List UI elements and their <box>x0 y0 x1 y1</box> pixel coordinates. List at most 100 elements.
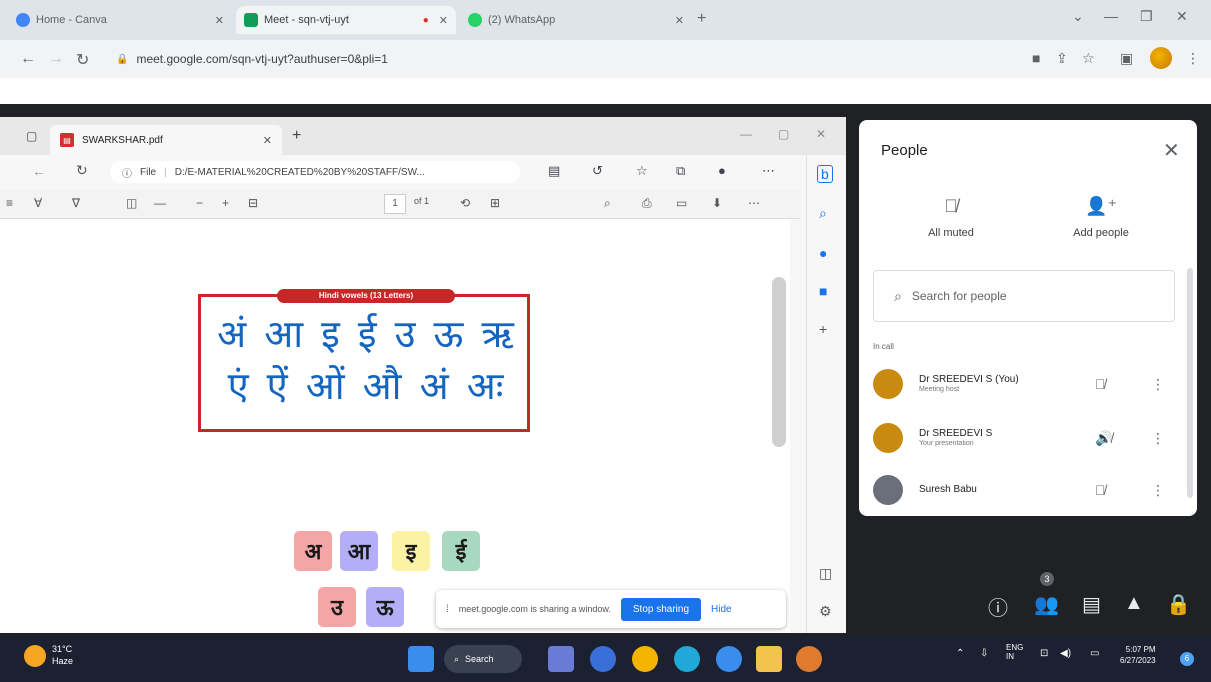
fit-icon[interactable]: − <box>196 196 203 210</box>
edge-tab-pdf[interactable]: ▤ SWARKSHAR.pdf ✕ <box>50 125 282 155</box>
volume-icon[interactable]: ◀) <box>1060 648 1071 659</box>
bing-icon[interactable]: b <box>817 165 833 183</box>
close-icon[interactable]: ✕ <box>1163 138 1180 163</box>
settings-more-icon[interactable]: ⋯ <box>762 163 775 179</box>
tab-actions-icon[interactable]: ▢ <box>26 129 37 143</box>
share-icon[interactable]: ⇪ <box>1056 50 1068 67</box>
back-button[interactable]: ← <box>32 163 46 179</box>
profile-icon[interactable]: ● <box>718 163 726 178</box>
tab-search-icon[interactable]: ⌄ <box>1072 8 1084 25</box>
reading-view-icon[interactable]: ▤ <box>548 163 560 179</box>
save-icon[interactable]: ▭ <box>676 196 687 210</box>
reload-button[interactable]: ↻ <box>76 162 88 179</box>
stop-sharing-button[interactable]: Stop sharing <box>620 597 702 621</box>
mic-off-icon[interactable]: 🎙̸ <box>1095 376 1106 392</box>
profile-avatar[interactable] <box>1150 47 1172 69</box>
close-icon[interactable]: ✕ <box>439 14 448 27</box>
add-icon[interactable]: + <box>819 321 827 337</box>
app-icon[interactable] <box>716 646 742 672</box>
favorites-icon[interactable]: ☆ <box>636 163 648 179</box>
edge-address-bar[interactable]: ⓘ File | D:/E-MATERIAL%20CREATED%20BY%20… <box>110 161 520 183</box>
more-icon[interactable]: ⋯ <box>748 196 760 210</box>
task-view-icon[interactable] <box>548 646 574 672</box>
tray-chevron-icon[interactable]: ⌃ <box>956 648 964 659</box>
search-icon[interactable]: ⌕ <box>604 196 611 211</box>
teams-icon[interactable] <box>590 646 616 672</box>
all-muted-button[interactable]: 🎙̸ All muted <box>901 196 1001 239</box>
network-icon[interactable]: ⊡ <box>1040 648 1048 659</box>
sidepanel-icon[interactable]: ▣ <box>1120 50 1133 67</box>
new-tab-button[interactable]: + <box>292 127 301 145</box>
language-indicator[interactable]: ENG IN <box>1006 643 1023 662</box>
clock[interactable]: 5:07 PM 6/27/2023 <box>1120 644 1156 666</box>
drag-handle-icon[interactable]: ⁞ <box>446 604 449 615</box>
hide-button[interactable]: Hide <box>711 604 732 615</box>
edge-icon[interactable] <box>674 646 700 672</box>
sidebar-toggle-icon[interactable]: ◫ <box>819 565 832 582</box>
collections-icon[interactable]: ⧉ <box>676 163 685 179</box>
camera-icon[interactable]: ■ <box>1032 50 1040 66</box>
zoom-in-icon[interactable]: + <box>222 196 229 210</box>
participant-row[interactable]: Dr SREEDEVI S Your presentation 🔊̸ ⋮ <box>873 418 1183 458</box>
battery-icon[interactable]: ▭ <box>1090 648 1099 659</box>
maximize-button[interactable]: ▢ <box>778 127 789 141</box>
tray-icon[interactable]: ⇩ <box>980 648 988 659</box>
zoom-out-icon[interactable]: — <box>154 196 166 210</box>
people-icon[interactable]: 👥 <box>1034 592 1059 617</box>
notification-badge[interactable]: 6 <box>1180 652 1194 666</box>
mic-off-icon[interactable]: 🎙̸ <box>1095 482 1106 498</box>
draw-icon[interactable]: ∀ <box>34 196 42 210</box>
chat-icon[interactable]: ▤ <box>1082 592 1101 617</box>
pdf-scrollbar[interactable] <box>772 277 786 447</box>
highlight-icon[interactable]: ∇ <box>72 196 80 210</box>
minimize-button[interactable]: — <box>1104 8 1118 24</box>
close-icon[interactable]: ✕ <box>675 14 684 27</box>
erase-icon[interactable]: ◫ <box>126 196 137 210</box>
tab-meet[interactable]: Meet - sqn-vtj-uyt ● ✕ <box>236 6 456 34</box>
outlook-icon[interactable]: ■ <box>819 283 827 299</box>
tab-whatsapp[interactable]: (2) WhatsApp ✕ <box>460 6 692 34</box>
maximize-button[interactable]: ❐ <box>1140 8 1153 25</box>
settings-icon[interactable]: ⚙ <box>819 603 832 620</box>
more-options-icon[interactable]: ⋮ <box>1151 482 1165 499</box>
chrome-icon[interactable] <box>632 646 658 672</box>
audio-icon[interactable]: 🔊̸ <box>1095 430 1112 447</box>
new-tab-button[interactable]: + <box>697 10 706 28</box>
window-close-button[interactable]: ✕ <box>816 127 826 141</box>
close-icon[interactable]: ✕ <box>263 134 272 147</box>
more-options-icon[interactable]: ⋮ <box>1151 376 1165 393</box>
reload-button[interactable]: ↻ <box>76 50 89 70</box>
search-icon[interactable]: ⌕ <box>819 205 827 222</box>
page-view-icon[interactable]: ⊟ <box>248 196 258 210</box>
activities-icon[interactable]: ▲ <box>1124 592 1144 615</box>
address-bar[interactable]: 🔒 meet.google.com/sqn-vtj-uyt?authuser=0… <box>116 47 966 71</box>
games-icon[interactable]: ● <box>819 245 827 261</box>
window-close-button[interactable]: ✕ <box>1176 8 1188 25</box>
contents-icon[interactable]: ≡ <box>6 196 13 210</box>
minimize-button[interactable]: — <box>740 127 752 141</box>
bookmark-star-icon[interactable]: ☆ <box>1082 50 1095 67</box>
host-controls-icon[interactable]: 🔒 <box>1166 592 1191 617</box>
taskbar-search[interactable]: ⌕ Search <box>444 645 522 673</box>
read-aloud-icon[interactable]: ⊞ <box>490 196 500 210</box>
search-people-input[interactable]: ⌕ Search for people <box>873 270 1175 322</box>
save-as-icon[interactable]: ⬇ <box>712 196 722 210</box>
forward-button[interactable]: → <box>48 50 64 68</box>
participant-row[interactable]: Dr SREEDEVI S (You) Meeting host 🎙̸ ⋮ <box>873 364 1183 404</box>
weather-widget[interactable]: 31°C Haze <box>24 644 73 667</box>
add-people-button[interactable]: 👤⁺ Add people <box>1051 196 1151 239</box>
page-number-input[interactable]: 1 <box>384 194 406 214</box>
start-icon[interactable] <box>408 646 434 672</box>
panel-scrollbar[interactable] <box>1187 268 1193 498</box>
more-options-icon[interactable]: ⋮ <box>1151 430 1165 447</box>
back-button[interactable]: ← <box>20 50 36 68</box>
close-icon[interactable]: ✕ <box>215 14 224 27</box>
info-icon[interactable]: ⓘ <box>988 592 1008 621</box>
chrome-menu-icon[interactable]: ⋮ <box>1186 50 1200 67</box>
print-icon[interactable]: ⎙ <box>642 196 652 211</box>
app-icon[interactable] <box>796 646 822 672</box>
rotate-icon[interactable]: ⟲ <box>460 196 470 210</box>
participant-row[interactable]: Suresh Babu 🎙̸ ⋮ <box>873 470 1183 510</box>
refresh-icon[interactable]: ↺ <box>592 163 603 179</box>
tab-canva[interactable]: Home - Canva ✕ <box>8 6 232 34</box>
